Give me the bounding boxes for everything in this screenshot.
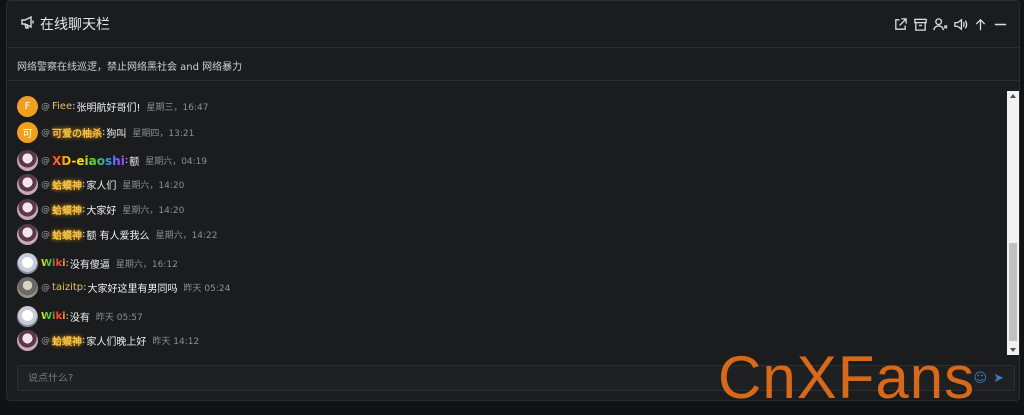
external-link-icon[interactable] — [892, 16, 909, 33]
colon: : — [82, 335, 86, 346]
message-scrollbar[interactable] — [1007, 91, 1019, 355]
megaphone-icon — [20, 14, 36, 34]
timestamp: 昨天 05:57 — [95, 313, 143, 323]
scroll-up-arrow-icon[interactable] — [1010, 94, 1016, 98]
avatar[interactable] — [17, 174, 38, 195]
send-icon[interactable]: ➤ — [993, 371, 1004, 386]
colon: : — [72, 101, 76, 112]
avatar[interactable]: 可 — [17, 122, 38, 143]
list-item: @ 蛤蟆神: 大家好 星期六，14:20 — [17, 199, 184, 220]
timestamp: 星期六，04:19 — [145, 157, 208, 167]
message-text: 额 — [129, 157, 140, 168]
list-item: @ taizitp: 大家好这里有男同吗 昨天 05:24 — [17, 277, 230, 298]
username[interactable]: 蛤蟆神 — [52, 177, 82, 192]
username[interactable]: 蛤蟆神 — [52, 227, 82, 242]
chat-title: 在线聊天栏 — [40, 17, 110, 33]
avatar[interactable] — [17, 150, 38, 171]
list-item: @ XD-eiaoshi: 额 星期六，04:19 — [17, 150, 207, 171]
username[interactable]: Wiki — [41, 258, 66, 269]
message-text: 张明航好哥们! — [76, 103, 141, 114]
mention-symbol: @ — [41, 229, 50, 240]
username[interactable]: taizitp — [52, 282, 83, 293]
avatar[interactable] — [17, 277, 38, 298]
mention-symbol: @ — [41, 282, 50, 293]
list-item: F @ Fiee: 张明航好哥们! 星期三，16:47 — [17, 96, 208, 117]
timestamp: 星期六，14:20 — [122, 206, 185, 216]
colon: : — [124, 155, 129, 166]
mention-symbol: @ — [41, 155, 50, 166]
message-text: 额 有人爱我么 — [86, 231, 150, 242]
username[interactable]: 蛤蟆神 — [52, 333, 82, 348]
chat-header: 在线聊天栏 — [7, 1, 1019, 48]
username[interactable]: Wiki — [41, 311, 66, 322]
avatar[interactable] — [17, 224, 38, 245]
avatar[interactable] — [17, 199, 38, 220]
list-item: @ 蛤蟆神: 家人们 星期六，14:20 — [17, 174, 184, 195]
message-text: 没有傻逼 — [69, 260, 110, 271]
timestamp: 星期三，16:47 — [146, 103, 209, 113]
colon: : — [82, 204, 86, 215]
title-wrap: 在线聊天栏 — [20, 14, 110, 34]
timestamp: 星期六，14:22 — [155, 231, 218, 241]
username[interactable]: 可爱の柚杀 — [52, 125, 102, 140]
colon: : — [82, 179, 86, 190]
volume-icon[interactable] — [952, 16, 969, 33]
mention-symbol: @ — [41, 335, 50, 346]
message-text: 家人们晚上好 — [86, 337, 147, 348]
emoji-icon[interactable]: ☺ — [974, 371, 988, 386]
list-item: @ 蛤蟆神: 额 有人爱我么 星期六，14:22 — [17, 224, 218, 245]
timestamp: 星期四，13:21 — [132, 129, 195, 139]
colon: : — [102, 127, 106, 138]
username[interactable]: 蛤蟆神 — [52, 202, 82, 217]
colon: : — [83, 282, 87, 293]
message-text: 没有 — [69, 313, 90, 324]
notice-banner: 网络警察在线巡逻，禁止网络黑社会 and 网络暴力 — [7, 48, 1019, 81]
header-toolbar — [892, 16, 1009, 33]
colon: : — [82, 229, 86, 240]
list-item: Wiki: 没有 昨天 05:57 — [17, 306, 143, 327]
timestamp: 昨天 05:24 — [183, 284, 231, 294]
message-text: 家人们 — [86, 181, 117, 192]
avatar[interactable]: F — [17, 96, 38, 117]
scroll-down-arrow-icon[interactable] — [1010, 348, 1016, 352]
archive-icon[interactable] — [912, 16, 929, 33]
username[interactable]: XD-eiaoshi — [52, 154, 125, 168]
list-item: @ 蛤蟆神: 家人们晚上好 昨天 14:12 — [17, 330, 199, 351]
mention-symbol: @ — [41, 101, 50, 112]
timestamp: 星期六，16:12 — [115, 260, 178, 270]
avatar[interactable] — [17, 306, 38, 327]
watermark-logo: CnXFans — [718, 344, 976, 411]
chat-panel: 在线聊天栏 网络警察在线巡逻，禁止网络黑社会 and 网络暴力 F @ Fiee… — [6, 0, 1020, 401]
message-text: 大家好 — [86, 206, 117, 217]
message-list: F @ Fiee: 张明航好哥们! 星期三，16:47 可 @ 可爱の柚杀: 狗… — [7, 83, 1007, 355]
timestamp: 昨天 14:12 — [152, 337, 200, 347]
mention-symbol: @ — [41, 127, 50, 138]
colon: : — [65, 311, 69, 322]
mention-symbol: @ — [41, 204, 50, 215]
user-block-icon[interactable] — [932, 16, 949, 33]
message-text: 狗叫 — [106, 129, 127, 140]
minimize-icon[interactable] — [992, 16, 1009, 33]
avatar[interactable] — [17, 330, 38, 351]
list-item: 可 @ 可爱の柚杀: 狗叫 星期四，13:21 — [17, 122, 194, 143]
colon: : — [65, 258, 69, 269]
avatar[interactable] — [17, 253, 38, 274]
username[interactable]: Fiee — [52, 101, 72, 112]
mention-symbol: @ — [41, 179, 50, 190]
message-text: 大家好这里有男同吗 — [87, 284, 178, 295]
scrollbar-thumb[interactable] — [1009, 243, 1017, 341]
list-item: Wiki: 没有傻逼 星期六，16:12 — [17, 253, 178, 274]
pin-icon[interactable] — [972, 16, 989, 33]
timestamp: 星期六，14:20 — [122, 181, 185, 191]
